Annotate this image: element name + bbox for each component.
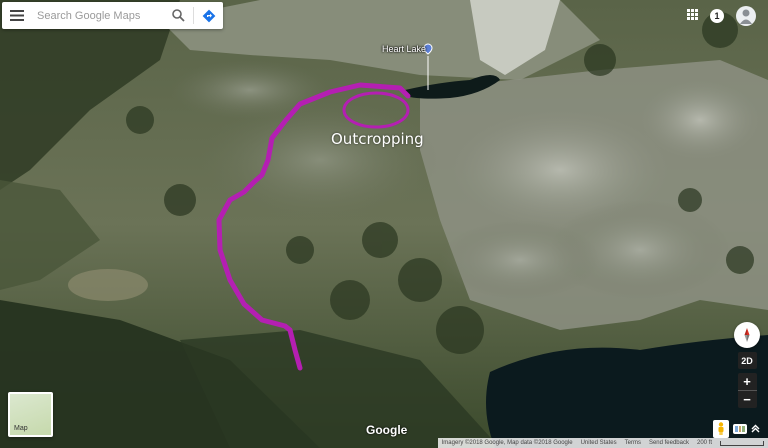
search-box xyxy=(2,2,223,29)
divider xyxy=(193,7,194,24)
map-footer: Imagery ©2018 Google, Map data ©2018 Goo… xyxy=(437,438,768,448)
satellite-map[interactable] xyxy=(0,0,768,448)
pegman-icon[interactable] xyxy=(713,420,729,438)
annotation-label: Outcropping xyxy=(331,130,424,148)
account-controls: 1 xyxy=(687,6,756,26)
directions-icon[interactable] xyxy=(196,2,222,29)
scale-label[interactable]: 200 ft xyxy=(697,440,712,446)
attribution-text: Imagery ©2018 Google, Map data ©2018 Goo… xyxy=(441,440,573,446)
zoom-controls: + − xyxy=(737,373,757,408)
imagery-tiles-icon[interactable] xyxy=(733,424,747,434)
bottom-tools xyxy=(713,420,760,438)
map-controls: 2D + − xyxy=(734,322,760,408)
layer-toggle-button[interactable]: Map xyxy=(8,392,53,437)
apps-grid-icon[interactable] xyxy=(687,7,698,25)
avatar[interactable] xyxy=(736,6,756,26)
layer-label: Map xyxy=(14,425,28,432)
brand-logo: Google xyxy=(366,423,408,437)
scale-bar xyxy=(720,440,764,446)
zoom-out-button[interactable]: − xyxy=(738,391,757,408)
view-mode-toggle[interactable]: 2D xyxy=(737,352,757,369)
search-input[interactable] xyxy=(32,9,165,22)
menu-icon[interactable] xyxy=(2,2,32,29)
country-link[interactable]: United States xyxy=(581,440,617,446)
feedback-link[interactable]: Send feedback xyxy=(649,440,689,446)
notification-badge[interactable]: 1 xyxy=(710,9,724,23)
place-label[interactable]: Heart Lake xyxy=(382,44,426,54)
compass-icon[interactable] xyxy=(734,322,760,348)
expand-icon[interactable] xyxy=(751,420,760,438)
search-icon[interactable] xyxy=(165,2,191,29)
zoom-in-button[interactable]: + xyxy=(738,373,757,390)
terms-link[interactable]: Terms xyxy=(625,440,641,446)
